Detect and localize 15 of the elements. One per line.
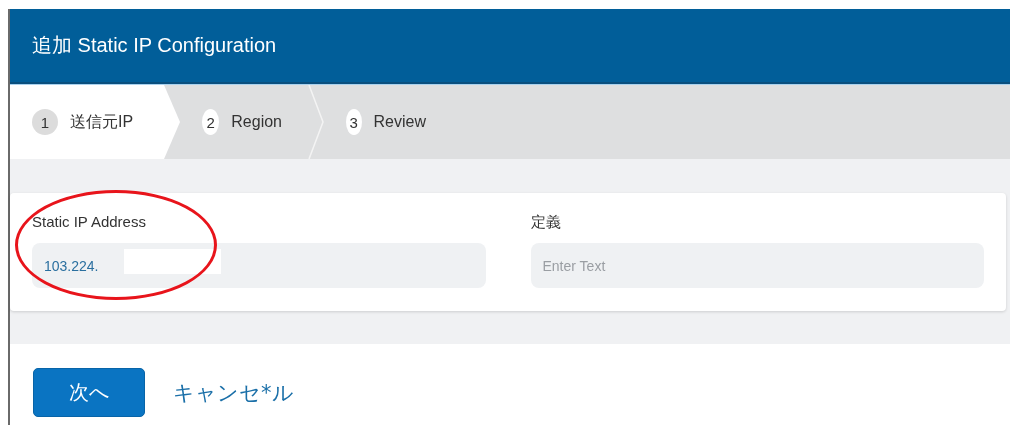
step-label: Region [231,113,282,131]
next-button[interactable]: 次へ [33,368,145,417]
step-number: 2 [202,109,220,135]
cancel-link[interactable]: キャンセ*ル [173,378,294,407]
wizard-step[interactable]: 1 送信元IP [10,85,180,159]
step-label: Review [373,113,426,131]
wizard-step[interactable]: 3 Review [324,85,452,159]
step-number: 1 [32,109,58,135]
field-label: Static IP Address [32,213,147,232]
input-field[interactable]: Enter Text [530,243,984,288]
dialog-title: 追加 Static IP Configuration [32,33,277,58]
field-label: 定義 [530,213,562,232]
step-number: 3 [346,109,362,135]
step-label: 送信元IP [70,111,134,132]
wizard-step[interactable]: 2 Region [180,85,308,159]
